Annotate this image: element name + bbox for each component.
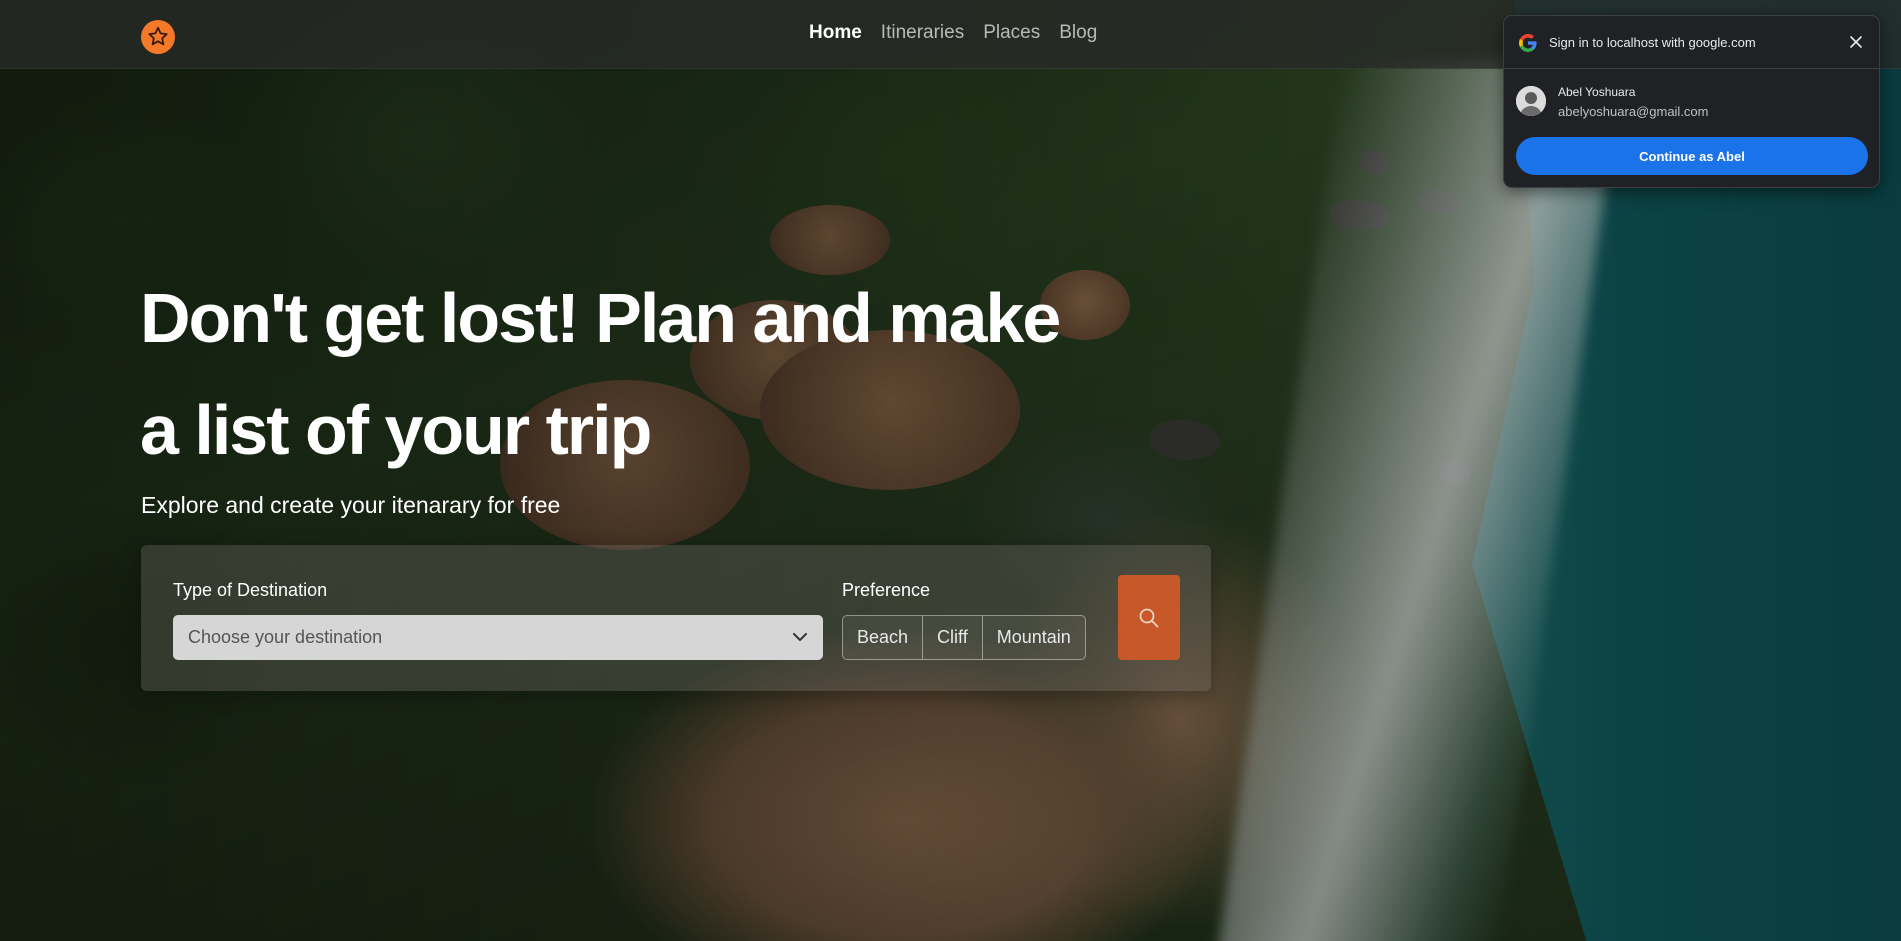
preference-beach-button[interactable]: Beach bbox=[843, 616, 923, 659]
google-signin-title: Sign in to localhost with google.com bbox=[1549, 35, 1756, 50]
continue-as-button[interactable]: Continue as Abel bbox=[1516, 137, 1868, 175]
star-logo-icon[interactable] bbox=[141, 20, 175, 54]
nav-link-home[interactable]: Home bbox=[809, 22, 862, 44]
nav-link-blog[interactable]: Blog bbox=[1059, 22, 1097, 44]
avatar bbox=[1516, 86, 1546, 116]
hero-title-line-2: a list of your trip bbox=[140, 391, 652, 469]
nav-link-itineraries[interactable]: Itineraries bbox=[881, 22, 964, 44]
search-icon bbox=[1139, 608, 1159, 627]
preference-label: Preference bbox=[842, 580, 931, 600]
google-signin-popup: Sign in to localhost with google.com Abe… bbox=[1503, 15, 1880, 188]
nav-menu: Home Itineraries Places Blog bbox=[809, 22, 1097, 44]
preference-cliff-button[interactable]: Cliff bbox=[922, 616, 982, 659]
preference-toggle-group: Beach Cliff Mountain bbox=[842, 615, 1086, 660]
account-name: Abel Yoshuara bbox=[1558, 85, 1636, 99]
destination-placeholder: Choose your destination bbox=[188, 627, 383, 647]
search-button[interactable] bbox=[1118, 575, 1180, 660]
preference-mountain-button[interactable]: Mountain bbox=[981, 616, 1085, 659]
search-panel: Type of Destination Choose your destinat… bbox=[141, 545, 1211, 691]
google-signin-header: Sign in to localhost with google.com bbox=[1504, 16, 1879, 69]
hero-subtitle: Explore and create your itenarary for fr… bbox=[141, 492, 561, 518]
account-email: abelyoshuara@gmail.com bbox=[1558, 104, 1709, 119]
nav-link-places[interactable]: Places bbox=[983, 22, 1040, 44]
hero-title-line-1: Don't get lost! Plan and make bbox=[140, 279, 1061, 357]
hero-title: Don't get lost! Plan and make a list of … bbox=[140, 262, 1100, 486]
google-logo-icon bbox=[1519, 34, 1537, 52]
page: Home Itineraries Places Blog Don't get l… bbox=[0, 0, 1901, 941]
chevron-down-icon bbox=[793, 633, 807, 641]
destination-label: Type of Destination bbox=[173, 580, 328, 600]
close-icon[interactable] bbox=[1845, 31, 1867, 53]
destination-select[interactable]: Choose your destination bbox=[173, 615, 823, 660]
